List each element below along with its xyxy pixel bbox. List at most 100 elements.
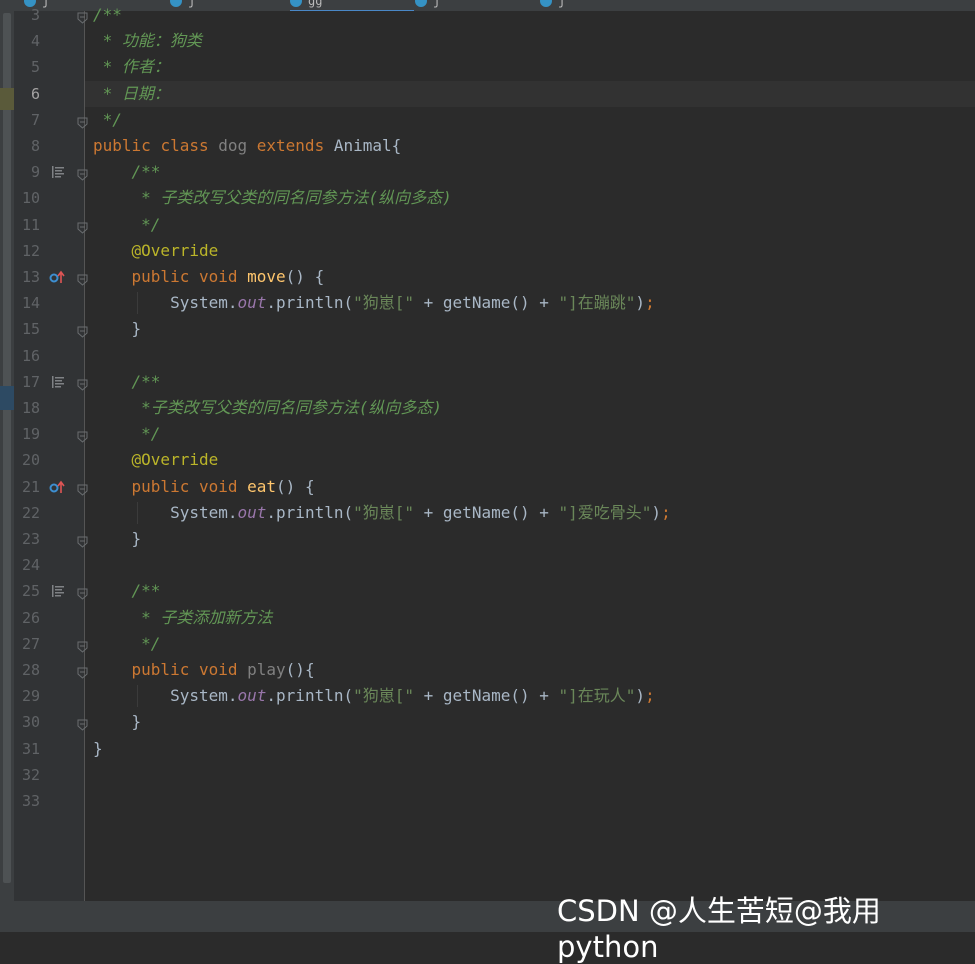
line-number[interactable]: 10 [14,185,40,211]
fold-toggle-icon[interactable] [77,481,88,496]
fold-toggle-icon[interactable] [77,638,88,653]
code-text[interactable]: */ [93,421,160,447]
fold-toggle-icon[interactable] [77,585,88,601]
code-line: 20 @Override [0,447,975,473]
line-number[interactable]: 12 [14,238,40,264]
code-text[interactable]: System.out.println("狗崽[" + getName() + "… [93,500,671,526]
line-number[interactable]: 16 [14,343,40,369]
code-text[interactable]: } [93,709,142,735]
code-text[interactable]: * 子类改写父类的同名同参方法(纵向多态) [93,185,452,211]
line-number[interactable]: 29 [14,683,40,709]
code-line: 26 * 子类添加新方法 [0,605,975,631]
code-text[interactable]: /** [93,2,122,28]
line-number[interactable]: 13 [14,264,40,290]
code-text[interactable]: @Override [93,238,219,264]
code-text[interactable]: public void play(){ [93,657,315,683]
code-token: @Override [93,450,219,470]
code-text[interactable]: /** [93,159,161,185]
fold-toggle-icon[interactable] [77,166,88,181]
fold-toggle-icon[interactable] [77,376,88,391]
line-number[interactable]: 31 [14,736,40,762]
code-token: () { [285,267,325,286]
code-text[interactable]: * 日期： [93,81,170,107]
code-text[interactable]: /** [93,578,161,604]
code-text[interactable]: } [93,526,142,552]
code-token: eat [247,476,277,496]
code-line: 24 [0,552,975,578]
code-text[interactable]: System.out.println("狗崽[" + getName() + "… [93,683,655,709]
code-token: */ [93,214,161,234]
override-method-icon[interactable] [49,269,65,285]
line-number[interactable]: 28 [14,657,40,683]
code-text[interactable]: @Override [93,447,219,473]
code-text[interactable]: public class dog extends Animal{ [93,133,401,159]
line-number[interactable]: 18 [14,395,40,421]
line-number[interactable]: 17 [14,369,40,395]
line-number[interactable]: 21 [14,474,40,500]
line-number[interactable]: 27 [14,631,40,657]
code-line: 18 *子类改写父类的同名同参方法(纵向多态) [0,395,975,421]
indent-guide [137,292,138,315]
code-line: 8 public class dog extends Animal{ [0,133,975,159]
code-text[interactable]: System.out.println("狗崽[" + getName() + "… [93,290,655,316]
line-number[interactable]: 8 [14,133,40,159]
line-number[interactable]: 23 [14,526,40,552]
line-number[interactable]: 33 [14,788,40,814]
code-token: @Override [93,240,219,260]
code-text[interactable]: * 作者： [93,54,170,80]
code-text[interactable]: * 功能：狗类 [93,28,202,54]
fold-toggle-icon[interactable] [77,219,88,234]
override-method-icon[interactable] [49,479,65,495]
code-token: "狗崽[" [353,686,415,706]
code-token: + getName() + [414,686,559,706]
code-line: 25 /** [0,578,975,604]
code-token: () { [276,476,315,496]
code-text[interactable]: public void move() { [93,264,325,290]
code-text[interactable]: */ [93,107,122,133]
line-number[interactable]: 3 [14,2,40,28]
line-number[interactable]: 25 [14,578,40,604]
code-text[interactable]: * 子类添加新方法 [93,605,272,631]
code-text[interactable]: */ [93,631,160,657]
line-number[interactable]: 7 [14,107,40,133]
line-number[interactable]: 14 [14,290,40,316]
line-number[interactable]: 6 [14,81,40,107]
code-text[interactable]: public void eat() { [93,474,315,500]
line-number[interactable]: 22 [14,500,40,526]
doc-comment-icon [49,164,65,180]
line-number[interactable]: 32 [14,762,40,788]
code-token: ) [651,502,662,522]
line-number[interactable]: 9 [14,159,40,185]
fold-toggle-icon[interactable] [77,533,88,548]
fold-toggle-icon[interactable] [77,664,88,679]
fold-toggle-icon[interactable] [77,271,88,286]
indent-guide [137,685,138,708]
code-text[interactable]: */ [93,212,160,238]
fold-toggle-icon[interactable] [77,9,88,24]
code-text[interactable]: } [93,736,103,762]
code-token: "]爱吃骨头" [558,502,652,522]
code-text[interactable]: *子类改写父类的同名同参方法(纵向多态) [93,395,442,421]
line-number[interactable]: 4 [14,28,40,54]
code-line: 3 /** [0,2,975,28]
line-number[interactable]: 26 [14,605,40,631]
fold-toggle-icon[interactable] [77,114,88,129]
code-text[interactable]: } [93,316,142,342]
line-number[interactable]: 15 [14,316,40,342]
line-number[interactable]: 11 [14,212,40,238]
line-number[interactable]: 5 [14,54,40,80]
line-number[interactable]: 30 [14,709,40,735]
code-token: .println( [266,502,354,522]
code-line: 7 */ [0,107,975,133]
line-number[interactable]: 20 [14,447,40,473]
code-text[interactable]: /** [93,369,161,395]
fold-toggle-icon[interactable] [77,428,88,443]
fold-toggle-icon[interactable] [77,716,88,732]
code-line: 22 System.out.println("狗崽[" + getName() … [0,500,975,526]
code-line: 9 /** [0,159,975,185]
code-line: 32 [0,762,975,788]
line-number[interactable]: 19 [14,421,40,447]
line-number[interactable]: 24 [14,552,40,578]
fold-toggle-icon[interactable] [77,323,88,339]
code-token: move [247,267,286,286]
